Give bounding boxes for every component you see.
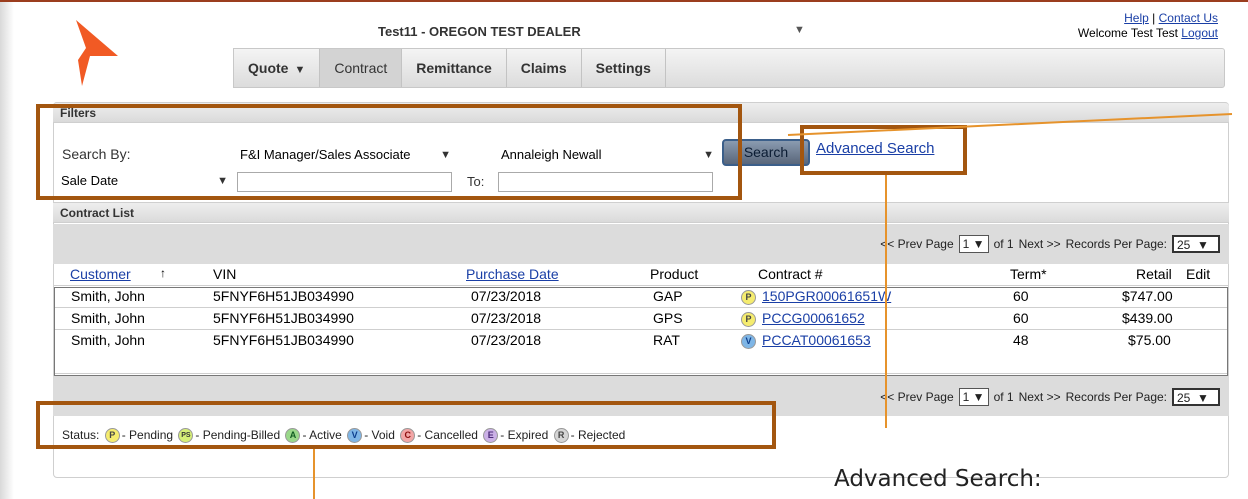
chevron-down-icon: ▼: [294, 64, 306, 76]
logo-icon: [76, 20, 118, 86]
nav-settings[interactable]: Settings: [582, 49, 666, 87]
page-value: 1: [962, 237, 970, 251]
rpp-value: 25: [1177, 391, 1191, 405]
page-value: 1: [962, 390, 970, 404]
advanced-search-highlight-box: [800, 125, 967, 175]
records-per-page-label: Records Per Page:: [1065, 237, 1167, 251]
prev-page-link[interactable]: << Prev Page: [880, 390, 953, 404]
nav-claims[interactable]: Claims: [507, 49, 582, 87]
pager-top: << Prev Page 1 ▼ of 1 Next >> Records Pe…: [880, 235, 1220, 253]
col-contract: Contract #: [758, 266, 823, 282]
sort-arrow-icon: ↑: [160, 266, 166, 280]
status-highlight-box: [36, 401, 776, 449]
records-per-page-select[interactable]: 25 ▼: [1172, 235, 1220, 253]
col-purchase-date[interactable]: Purchase Date: [466, 266, 559, 282]
rpp-value: 25: [1177, 238, 1191, 252]
advanced-search-caption: Advanced Search:: [834, 466, 1042, 492]
col-product: Product: [650, 266, 699, 282]
welcome-text: Welcome Test Test: [1077, 26, 1178, 40]
filters-highlight-box: [36, 104, 742, 200]
contact-us-link[interactable]: Contact Us: [1159, 11, 1218, 25]
col-term: Term*: [1010, 266, 1047, 282]
nav-contract[interactable]: Contract: [320, 49, 403, 87]
nav-remittance[interactable]: Remittance: [402, 49, 507, 87]
page-count: of 1: [993, 237, 1014, 251]
nav-quote[interactable]: Quote ▼: [234, 49, 321, 87]
records-per-page-select[interactable]: 25 ▼: [1172, 388, 1220, 406]
records-per-page-label: Records Per Page:: [1065, 390, 1167, 404]
left-shadow: [0, 2, 14, 499]
help-link[interactable]: Help: [1124, 11, 1149, 25]
page-select[interactable]: 1 ▼: [958, 388, 989, 406]
nav-quote-label: Quote: [248, 60, 289, 76]
rows-border: [54, 287, 1228, 376]
prev-page-link[interactable]: << Prev Page: [880, 237, 953, 251]
col-retail: Retail: [1136, 266, 1172, 282]
help-links: Help | Contact Us Welcome Test Test Logo…: [1078, 11, 1218, 41]
col-customer[interactable]: Customer: [70, 266, 131, 282]
next-page-link[interactable]: Next >>: [1019, 237, 1061, 251]
dealer-dropdown-icon[interactable]: ▼: [794, 24, 805, 36]
contract-list-header: Contract List: [53, 202, 1229, 223]
next-page-link[interactable]: Next >>: [1019, 390, 1061, 404]
col-edit: Edit: [1186, 266, 1211, 282]
main-nav: Quote ▼ Contract Remittance Claims Settin…: [233, 48, 1225, 88]
page-select[interactable]: 1 ▼: [958, 235, 989, 253]
logout-link[interactable]: Logout: [1181, 26, 1218, 40]
top-accent-line: [0, 0, 1248, 2]
dealer-name: Test11 - OREGON TEST DEALER: [378, 24, 581, 39]
table-header-row: Customer ↑ VIN Purchase Date Product Con…: [53, 264, 1229, 286]
col-vin: VIN: [213, 266, 237, 282]
link-separator: |: [1152, 11, 1156, 25]
pager-bottom: << Prev Page 1 ▼ of 1 Next >> Records Pe…: [880, 388, 1220, 406]
page-count: of 1: [993, 390, 1014, 404]
